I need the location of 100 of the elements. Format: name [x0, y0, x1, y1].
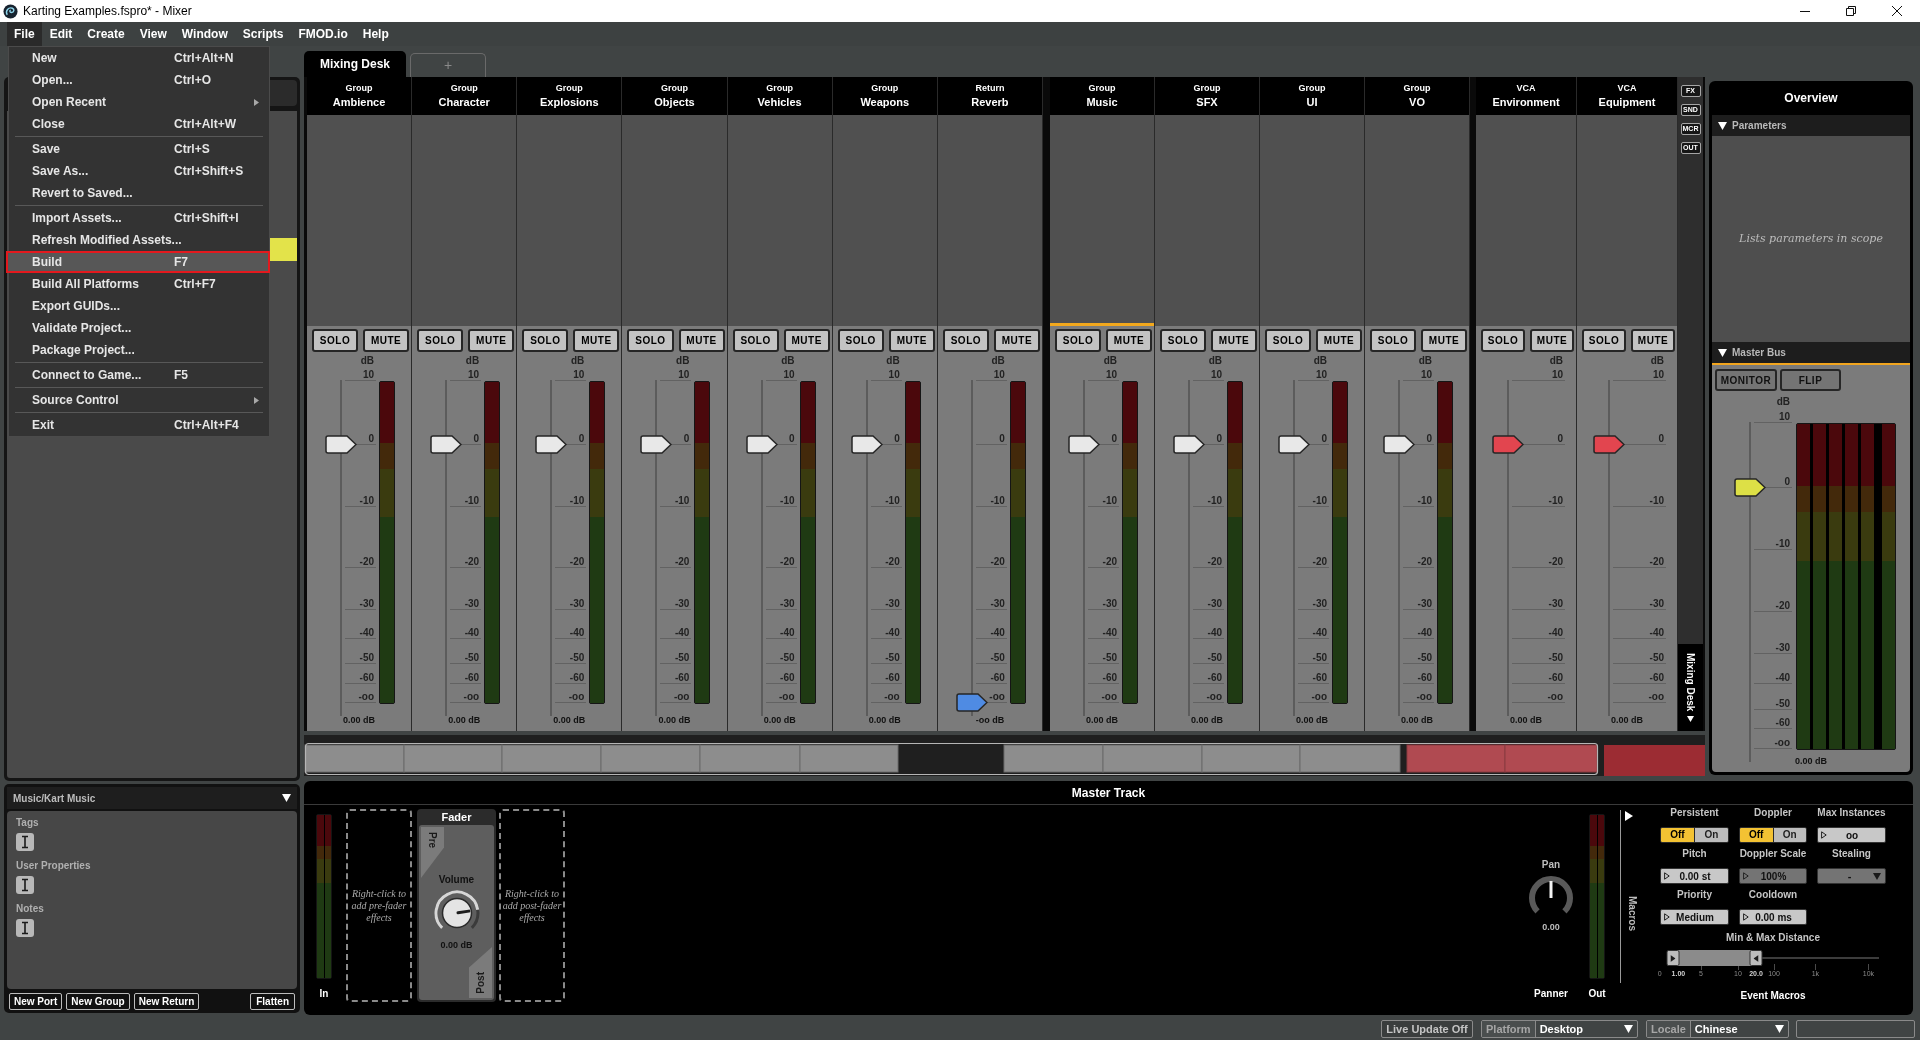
effect-drop-zone[interactable]: Right-click to add post-fader effects — [499, 809, 565, 1002]
menu-entry[interactable]: Revert to Saved... — [9, 182, 269, 204]
panel-button[interactable]: New Return — [133, 993, 200, 1010]
panel-button[interactable]: New Port — [9, 993, 63, 1010]
menu-entry[interactable]: Import Assets... Ctrl+Shift+I — [9, 207, 269, 229]
menu-entry[interactable]: Close Ctrl+Alt+W — [9, 113, 269, 135]
solo-button[interactable]: SOLO — [1481, 329, 1525, 352]
value-field[interactable]: 0.00 ms — [1739, 909, 1807, 925]
menu-entry[interactable]: Export GUIDs... — [9, 295, 269, 317]
menu-item[interactable]: Help — [355, 22, 396, 46]
solo-button[interactable]: SOLO — [627, 329, 674, 352]
section-header[interactable]: Master Bus — [1712, 342, 1910, 365]
toggle-option[interactable]: Off — [1661, 828, 1694, 842]
menu-entry[interactable]: Open Recent — [9, 91, 269, 113]
panel-button[interactable]: New Group — [66, 993, 130, 1010]
toggle-option[interactable]: On — [1772, 828, 1806, 842]
mute-button[interactable]: MUTE — [678, 329, 725, 352]
menu-item[interactable]: Window — [174, 22, 235, 46]
menu-item[interactable]: Scripts — [235, 22, 291, 46]
section-header[interactable]: Parameters — [1712, 115, 1910, 136]
toggle-option[interactable]: Off — [1740, 828, 1773, 842]
fader-handle[interactable] — [1383, 434, 1415, 454]
text-cursor-icon[interactable] — [16, 876, 34, 894]
toggle-option[interactable]: On — [1694, 828, 1728, 842]
text-cursor-icon[interactable] — [16, 919, 34, 937]
solo-button[interactable]: SOLO — [1265, 329, 1311, 352]
value-field[interactable]: 0.00 st — [1660, 868, 1729, 884]
value-field[interactable]: oo — [1817, 827, 1886, 843]
solo-button[interactable]: SOLO — [417, 329, 464, 352]
platform-dropdown[interactable]: Desktop — [1535, 1021, 1637, 1037]
bus-button[interactable]: MONITOR — [1715, 369, 1777, 391]
fader-handle[interactable] — [1068, 434, 1100, 454]
menu-entry[interactable]: Save Ctrl+S — [9, 138, 269, 160]
fader-handle[interactable] — [1492, 434, 1524, 454]
fader-handle[interactable] — [1278, 434, 1310, 454]
mixer-minimap[interactable] — [304, 735, 1705, 776]
mute-button[interactable]: MUTE — [1316, 329, 1362, 352]
solo-button[interactable]: SOLO — [1582, 329, 1626, 352]
menu-item[interactable]: Edit — [42, 22, 80, 46]
mute-button[interactable]: MUTE — [1631, 329, 1675, 352]
text-cursor-icon[interactable] — [16, 833, 34, 851]
solo-button[interactable]: SOLO — [1055, 329, 1101, 352]
range-handle[interactable] — [1749, 950, 1763, 966]
solo-button[interactable]: SOLO — [522, 329, 569, 352]
menu-entry[interactable]: Build F7 — [6, 251, 270, 273]
menu-entry[interactable]: Refresh Modified Assets... — [9, 229, 269, 251]
selected-row[interactable] — [269, 238, 297, 261]
mute-button[interactable]: MUTE — [468, 329, 515, 352]
menu-entry[interactable]: Build All Platforms Ctrl+F7 — [9, 273, 269, 295]
strip-name: Explosions — [540, 95, 599, 109]
solo-button[interactable]: SOLO — [732, 329, 779, 352]
menu-item[interactable]: FMOD.io — [291, 22, 355, 46]
fader-handle[interactable] — [325, 434, 357, 454]
menu-entry[interactable]: Save As... Ctrl+Shift+S — [9, 160, 269, 182]
menu-entry[interactable]: Validate Project... — [9, 317, 269, 339]
search-field[interactable] — [268, 80, 297, 106]
menu-entry[interactable]: New Ctrl+Alt+N — [9, 47, 269, 69]
mute-button[interactable]: MUTE — [888, 329, 935, 352]
mute-button[interactable]: MUTE — [1106, 329, 1152, 352]
menu-entry[interactable]: Package Project... — [9, 339, 269, 361]
fader-handle[interactable] — [1593, 434, 1625, 454]
bus-button[interactable]: FLIP — [1780, 369, 1841, 391]
effect-drop-zone[interactable]: Right-click to add pre-fader effects — [346, 809, 412, 1002]
mute-button[interactable]: MUTE — [993, 329, 1040, 352]
fader-handle[interactable] — [745, 434, 778, 454]
fader-handle[interactable] — [430, 434, 463, 454]
fader-handle[interactable] — [1734, 477, 1766, 497]
solo-button[interactable]: SOLO — [837, 329, 884, 352]
status-field[interactable] — [1796, 1020, 1915, 1038]
locale-dropdown[interactable]: Chinese — [1690, 1021, 1788, 1037]
fader-handle[interactable] — [850, 434, 883, 454]
range-handle[interactable] — [1666, 950, 1680, 966]
menu-item[interactable]: View — [132, 22, 174, 46]
fader-handle[interactable] — [1173, 434, 1205, 454]
live-update-button[interactable]: Live Update Off — [1381, 1020, 1473, 1038]
value-field[interactable]: Medium — [1660, 909, 1729, 925]
menu-entry[interactable]: Exit Ctrl+Alt+F4 — [9, 414, 269, 436]
mixing-desk-tab[interactable]: Mixing Desk — [1678, 644, 1703, 731]
solo-button[interactable]: SOLO — [1160, 329, 1206, 352]
fader-handle[interactable] — [535, 434, 568, 454]
fader-handle[interactable] — [640, 434, 673, 454]
menu-entry[interactable]: Open... Ctrl+O — [9, 69, 269, 91]
mute-button[interactable]: MUTE — [1421, 329, 1467, 352]
solo-button[interactable]: SOLO — [942, 329, 989, 352]
fader-handle[interactable] — [955, 692, 988, 712]
mute-button[interactable]: MUTE — [363, 329, 410, 352]
menu-item[interactable]: Create — [80, 22, 132, 46]
toggle-switch[interactable]: Off On — [1660, 827, 1729, 843]
toggle-switch[interactable]: Off On — [1739, 827, 1807, 843]
mute-button[interactable]: MUTE — [573, 329, 620, 352]
mute-button[interactable]: MUTE — [1530, 329, 1574, 352]
solo-button[interactable]: SOLO — [1370, 329, 1416, 352]
menu-entry[interactable]: Source Control — [9, 389, 269, 411]
flatten-button[interactable]: Flatten — [250, 993, 295, 1010]
menu-entry[interactable]: Connect to Game... F5 — [9, 364, 269, 386]
solo-button[interactable]: SOLO — [312, 329, 359, 352]
menu-item[interactable]: File — [7, 22, 42, 46]
mute-button[interactable]: MUTE — [1211, 329, 1257, 352]
mixer-tab[interactable]: Mixing Desk — [304, 51, 406, 77]
mute-button[interactable]: MUTE — [783, 329, 830, 352]
